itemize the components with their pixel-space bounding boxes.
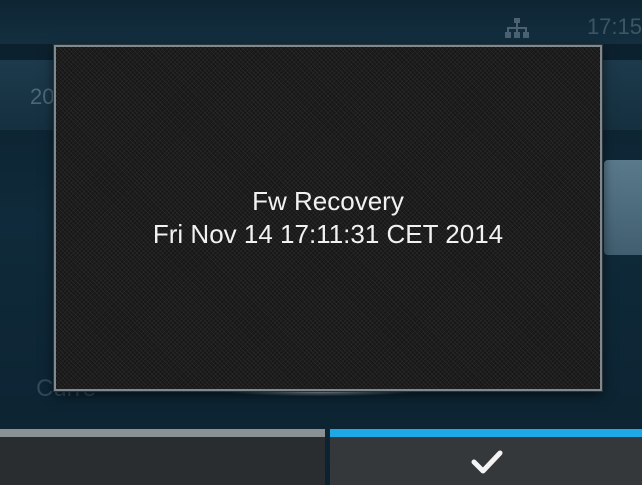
action-bar: [0, 429, 642, 485]
dialog-title: Fw Recovery: [252, 186, 404, 216]
background-year-text: 20: [30, 84, 55, 109]
background-side-tab: [604, 160, 642, 255]
status-time: 17:15: [586, 14, 642, 39]
dialog-timestamp: Fri Nov 14 17:11:31 CET 2014: [152, 219, 504, 249]
dialog-message: Fw Recovery Fri Nov 14 17:11:31 CET 2014: [56, 185, 600, 251]
confirm-button[interactable]: [330, 429, 642, 485]
network-icon: [505, 18, 529, 38]
device-screen: 17:15 20 Curre Fw Recovery Fri Nov 14 17…: [0, 0, 642, 485]
recovery-dialog: Fw Recovery Fri Nov 14 17:11:31 CET 2014: [54, 45, 602, 391]
status-bar: 17:15: [0, 0, 642, 44]
check-icon: [471, 450, 503, 474]
left-action-button[interactable]: [0, 429, 325, 485]
